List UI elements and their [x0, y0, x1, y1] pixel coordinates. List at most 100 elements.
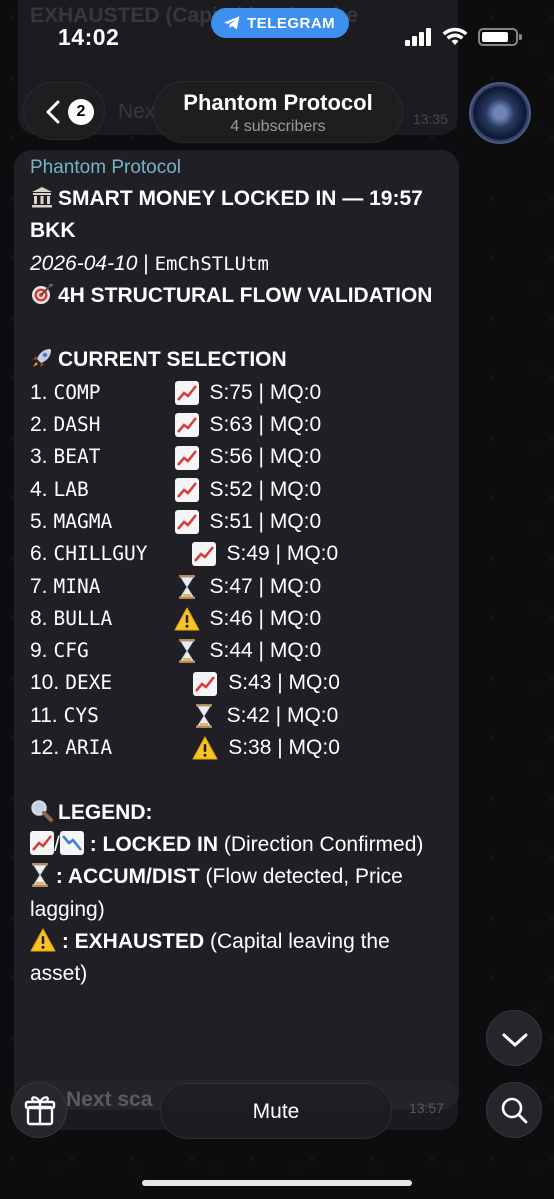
row-stats: S:63 | MQ:0 [209, 413, 322, 437]
row-ticker: DEXE [65, 671, 113, 695]
row-stats: S:51 | MQ:0 [209, 509, 322, 533]
home-indicator [142, 1180, 412, 1186]
channel-title-pill[interactable]: Phantom Protocol 4 subscribers [153, 81, 403, 143]
row-index: 3. [30, 445, 48, 469]
row-index: 12. [30, 736, 60, 760]
row-stats: S:43 | MQ:0 [228, 671, 340, 695]
row-index: 4. [30, 477, 48, 501]
row-index: 8. [30, 606, 48, 630]
row-stats: S:46 | MQ:0 [209, 606, 322, 630]
selection-row: 9. CFG S:44 | MQ:0 [30, 635, 450, 667]
row-status-icon [190, 736, 220, 760]
selection-row: 8. BULLA S:46 | MQ:0 [30, 603, 450, 635]
previous-message-time: 13:35 [412, 111, 448, 127]
chart-increasing-icon [191, 542, 216, 567]
row-ticker: ARIA [65, 736, 113, 760]
legend-item-locked: / : LOCKED IN (Direction Confirmed) [30, 829, 450, 861]
warning-icon [174, 607, 200, 631]
wifi-icon [442, 27, 468, 45]
selection-row: 1. COMP S:75 | MQ:0 [30, 377, 450, 409]
magnifying-glass-icon [31, 799, 53, 822]
row-index: 9. [30, 639, 48, 663]
unread-count-badge: 2 [68, 99, 94, 125]
gift-icon [24, 1096, 56, 1126]
row-index: 10. [30, 671, 60, 695]
row-stats: S:38 | MQ:0 [228, 736, 340, 760]
selection-row: 11. CYS S:42 | MQ:0 [30, 700, 450, 732]
message-bubble: Phantom Protocol SMART MONEY LOCKED IN —… [14, 150, 459, 1110]
row-status-icon [172, 510, 202, 535]
row-index: 7. [30, 574, 48, 598]
headline: SMART MONEY LOCKED IN — 19:57 BKK [30, 183, 450, 248]
message-date: 2026-04-10 [30, 251, 138, 275]
row-index: 6. [30, 542, 48, 566]
chart-increasing-icon [174, 510, 199, 535]
message-content: Phantom Protocol SMART MONEY LOCKED IN —… [30, 157, 450, 990]
row-stats: S:47 | MQ:0 [209, 574, 322, 598]
row-status-icon [172, 477, 202, 502]
legend-key-accum: : ACCUM/DIST [50, 865, 200, 889]
scroll-down-button[interactable] [486, 1010, 542, 1066]
cellular-signal-icon [405, 28, 433, 46]
chart-increasing-icon [30, 830, 54, 855]
row-status-icon [172, 638, 202, 664]
row-ticker: DASH [53, 413, 101, 437]
selection-row: 3. BEAT S:56 | MQ:0 [30, 441, 450, 473]
subtitle-text: 4H STRUCTURAL FLOW VALIDATION [58, 283, 433, 307]
section-title: CURRENT SELECTION [30, 344, 450, 376]
row-status-icon [172, 574, 202, 600]
row-ticker: MINA [53, 574, 101, 598]
legend-key-locked: : LOCKED IN [89, 832, 219, 856]
legend-item-accum: : ACCUM/DIST (Flow detected, Price laggi… [30, 861, 450, 926]
channel-avatar[interactable] [469, 82, 531, 144]
selection-row: 4. LAB S:52 | MQ:0 [30, 474, 450, 506]
search-button[interactable] [486, 1082, 542, 1138]
row-ticker: MAGMA [53, 509, 113, 533]
message-code: EmChSTLUtm [154, 252, 269, 275]
row-index: 11. [30, 703, 58, 727]
legend-title-text: LEGEND: [58, 800, 153, 824]
hourglass-icon [32, 863, 48, 888]
direct-hit-icon [32, 283, 53, 304]
back-button[interactable]: 2 [23, 82, 105, 140]
row-stats: S:75 | MQ:0 [209, 380, 322, 404]
rocket-icon [33, 349, 51, 368]
row-ticker: BULLA [53, 606, 113, 630]
gift-button[interactable] [11, 1082, 67, 1138]
row-ticker: BEAT [53, 445, 101, 469]
chevron-left-icon [46, 100, 60, 124]
hourglass-icon [195, 703, 212, 728]
row-status-icon [172, 607, 202, 631]
row-stats: S:52 | MQ:0 [209, 477, 322, 501]
row-stats: S:42 | MQ:0 [226, 703, 339, 727]
legend-item-exhausted: : EXHAUSTED (Capital leaving the asset) [30, 926, 450, 991]
telegram-pill[interactable]: TELEGRAM [211, 8, 350, 38]
next-message-text: Next sca [66, 1088, 153, 1111]
battery-icon [478, 28, 522, 46]
row-status-icon [172, 380, 202, 405]
subtitle: 4H STRUCTURAL FLOW VALIDATION [30, 280, 450, 312]
hourglass-icon [178, 574, 195, 599]
legend-title: LEGEND: [30, 797, 450, 829]
section-title-text: CURRENT SELECTION [58, 348, 287, 372]
selection-row: 2. DASH S:63 | MQ:0 [30, 409, 450, 441]
chart-decreasing-icon [59, 830, 84, 855]
selection-row: 6. CHILLGUY S:49 | MQ:0 [30, 538, 450, 570]
date-line: 2026-04-10 | EmChSTLUtm [30, 251, 269, 275]
warning-icon [192, 736, 218, 760]
search-icon [501, 1097, 528, 1124]
chart-increasing-icon [174, 477, 199, 502]
mute-button[interactable]: Mute [160, 1083, 392, 1139]
classical-building-icon [32, 187, 52, 208]
row-ticker: CYS [63, 703, 99, 727]
row-index: 5. [30, 509, 48, 533]
row-stats: S:56 | MQ:0 [209, 445, 322, 469]
chart-increasing-icon [174, 413, 199, 438]
row-status-icon [189, 703, 219, 729]
row-index: 1. [30, 380, 48, 404]
legend-desc-locked: (Direction Confirmed) [218, 832, 424, 856]
clock: 14:02 [58, 24, 120, 50]
sender-name[interactable]: Phantom Protocol [30, 157, 450, 179]
selection-list: 1. COMP S:75 | MQ:0 2. DASH S:63 | MQ:0 3. BEAT… [30, 377, 450, 765]
warning-icon [30, 928, 56, 952]
